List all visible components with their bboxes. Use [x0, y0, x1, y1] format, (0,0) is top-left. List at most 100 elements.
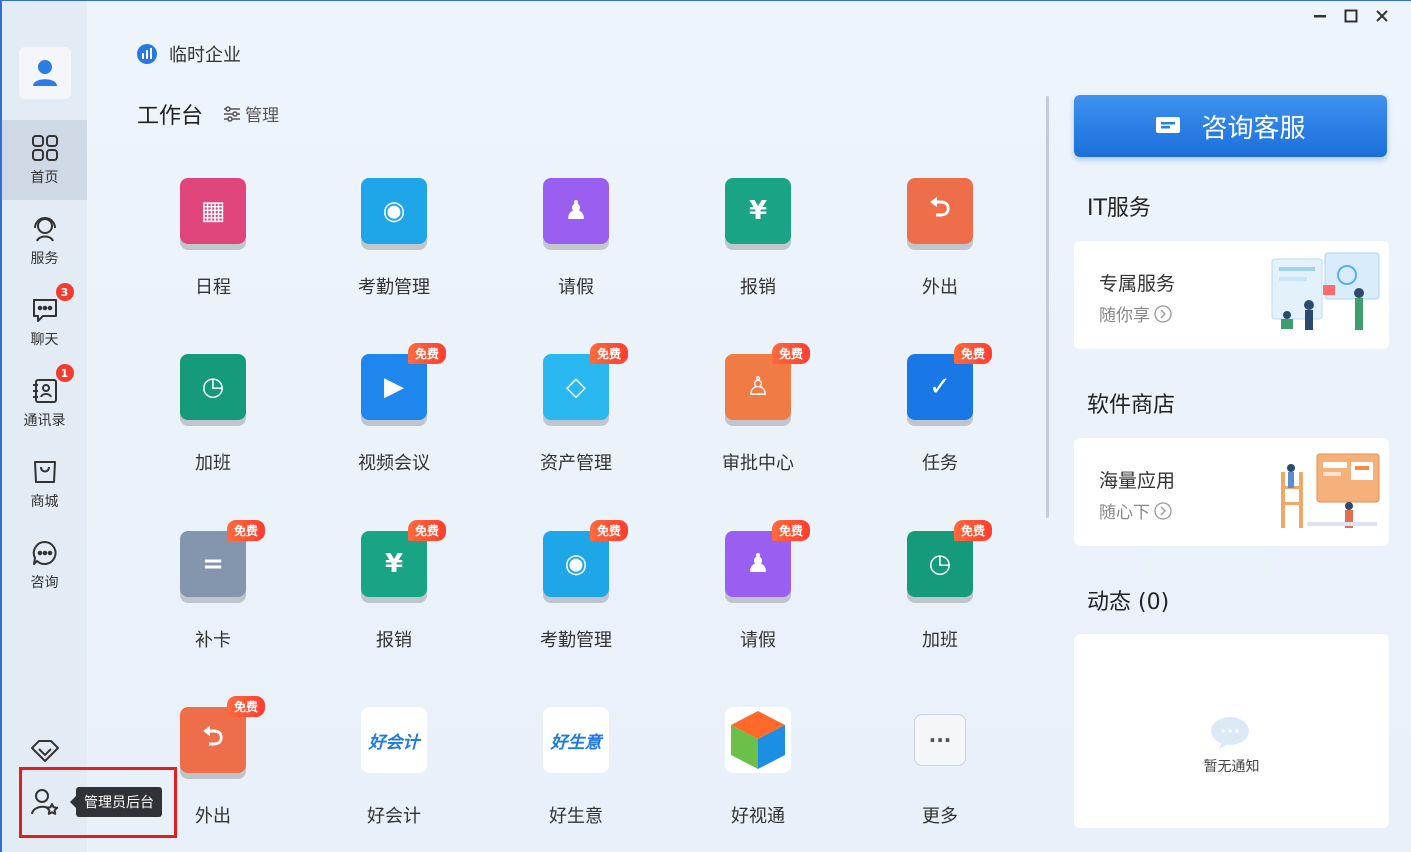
- app-label: 任务: [922, 453, 958, 474]
- service-icon: [30, 214, 60, 244]
- maximize-button[interactable]: [1340, 5, 1362, 27]
- app-tile[interactable]: ✓ 免费 任务: [880, 343, 1000, 491]
- app-icon-tile: ¥: [725, 178, 791, 244]
- grid-icon: [30, 133, 60, 163]
- chat-icon: 3: [30, 283, 74, 325]
- app-label: 好视通: [731, 806, 785, 827]
- sliders-icon: [224, 105, 240, 122]
- manage-button[interactable]: 管理: [223, 101, 279, 126]
- app-tile[interactable]: ¥ 免费报销: [334, 520, 454, 668]
- software-store-card-title: 海量应用: [1099, 470, 1176, 492]
- sidebar-item-service[interactable]: 服务: [2, 201, 87, 281]
- software-store-card[interactable]: 海量应用 随心下: [1074, 438, 1389, 546]
- sidebar-item-label: 咨询: [30, 575, 59, 591]
- app-label: 报销: [740, 277, 776, 298]
- app-icon: ♙ 免费: [722, 343, 810, 423]
- app-label: 日程: [195, 277, 231, 298]
- sidebar-item-label: 商城: [30, 494, 59, 510]
- app-icon: = 免费: [177, 520, 265, 600]
- chevron-circle-right-icon: [1154, 501, 1172, 520]
- software-store-card-link[interactable]: 随心下: [1099, 498, 1173, 523]
- app-tile[interactable]: 好生意 好生意: [516, 704, 636, 844]
- diamond-icon[interactable]: [30, 738, 60, 768]
- app-store-illustration-icon: [1281, 453, 1380, 528]
- app-tile[interactable]: ⮌ 免费 外出: [153, 696, 273, 844]
- app-tile[interactable]: ♙ 免费 审批中心: [698, 343, 818, 491]
- app-icon: ◉ 免费: [540, 520, 628, 600]
- feed-panel: 暂无通知: [1074, 634, 1389, 828]
- app-icon: ⮌ 免费: [177, 696, 265, 776]
- scrollbar[interactable]: [1046, 96, 1049, 518]
- app-label: 报销: [376, 630, 412, 651]
- sidebar-item-contacts[interactable]: 1 通讯录: [2, 363, 87, 443]
- app-icon: ¥: [722, 175, 794, 247]
- free-badge: 免费: [407, 520, 446, 541]
- it-service-title: IT服务: [1087, 196, 1151, 221]
- app-tile[interactable]: ◉ 免费考勤管理: [516, 520, 636, 668]
- app-label: 好生意: [549, 806, 603, 827]
- app-tile[interactable]: 好会计 好会计: [334, 704, 454, 844]
- empty-message-icon: [1211, 717, 1249, 749]
- app-icon: ···: [904, 704, 976, 776]
- close-button[interactable]: [1371, 5, 1393, 27]
- it-service-card-link[interactable]: 随你享: [1099, 301, 1173, 326]
- app-label: 外出: [922, 277, 958, 298]
- app-tile[interactable]: ··· 更多: [880, 704, 1000, 844]
- app-tile[interactable]: ♟ 免费 请假: [698, 520, 818, 668]
- app-tile[interactable]: ▦ 日程: [153, 175, 273, 315]
- app-label: 请假: [740, 630, 776, 651]
- it-service-card[interactable]: 专属服务 随你享: [1074, 241, 1389, 349]
- app-tile[interactable]: ◉ 考勤管理: [334, 175, 454, 315]
- free-badge: 免费: [771, 520, 810, 541]
- company-logo-icon: [137, 44, 157, 64]
- manage-label: 管理: [245, 106, 279, 126]
- admin-console-icon[interactable]: [30, 787, 60, 821]
- app-icon: ◇ 免费: [540, 343, 628, 423]
- app-tile[interactable]: ♟ 请假: [516, 175, 636, 315]
- app-icon: ◉: [358, 175, 430, 247]
- free-badge: 免费: [953, 343, 992, 364]
- app-tile[interactable]: 好视通: [698, 704, 818, 844]
- app-tile[interactable]: = 免费补卡: [153, 520, 273, 668]
- app-icon: 好会计: [358, 704, 430, 776]
- free-badge: 免费: [226, 520, 265, 541]
- avatar[interactable]: [19, 47, 71, 99]
- sidebar-item-mall[interactable]: 商城: [2, 444, 87, 524]
- consult-label: 咨询客服: [1201, 113, 1306, 144]
- sidebar-item-chat[interactable]: 3 聊天: [2, 282, 87, 362]
- app-icon-tile: ⮌: [907, 178, 973, 244]
- app-icon: ¥ 免费: [358, 520, 446, 600]
- app-tile[interactable]: ▶ 免费 视频会议: [334, 343, 454, 491]
- it-service-card-title: 专属服务: [1099, 273, 1176, 295]
- app-tile[interactable]: ◷ 加班: [153, 351, 273, 491]
- empty-feed-text: 暂无通知: [1203, 759, 1260, 775]
- company-switcher[interactable]: 临时企业: [137, 41, 241, 67]
- app-icon: ♟: [540, 175, 612, 247]
- company-name: 临时企业: [169, 45, 241, 66]
- sidebar-item-consult[interactable]: 咨询: [2, 525, 87, 605]
- app-label: 考勤管理: [540, 630, 612, 651]
- chat-badge: 3: [55, 283, 74, 301]
- app-label: 补卡: [195, 630, 231, 651]
- app-icon-tile: 好生意: [543, 707, 609, 773]
- app-icon-tile: ♟: [543, 178, 609, 244]
- app-tile[interactable]: ⮌ 外出: [880, 175, 1000, 315]
- sidebar-item-home[interactable]: 首页: [2, 120, 87, 200]
- app-tile[interactable]: ◇ 免费 资产管理: [516, 343, 636, 491]
- app-label: 请假: [558, 277, 594, 298]
- app-icon-tile: [725, 707, 791, 773]
- app-tile[interactable]: ◷ 免费 加班: [880, 520, 1000, 668]
- free-badge: 免费: [589, 520, 628, 541]
- app-tile[interactable]: ¥ 报销: [698, 175, 818, 315]
- admin-tooltip: 管理员后台: [70, 787, 162, 817]
- sidebar-item-label: 聊天: [30, 332, 59, 348]
- software-store-card-sub: 随心下: [1099, 503, 1150, 523]
- contacts-icon: 1: [30, 364, 74, 406]
- free-badge: 免费: [226, 696, 265, 717]
- service-illustration-icon: [1271, 252, 1380, 330]
- software-store-title: 软件商店: [1087, 393, 1176, 418]
- free-badge: 免费: [589, 343, 628, 364]
- minimize-button[interactable]: [1309, 5, 1331, 27]
- free-badge: 免费: [771, 343, 810, 364]
- consult-service-button[interactable]: 咨询客服: [1074, 95, 1387, 157]
